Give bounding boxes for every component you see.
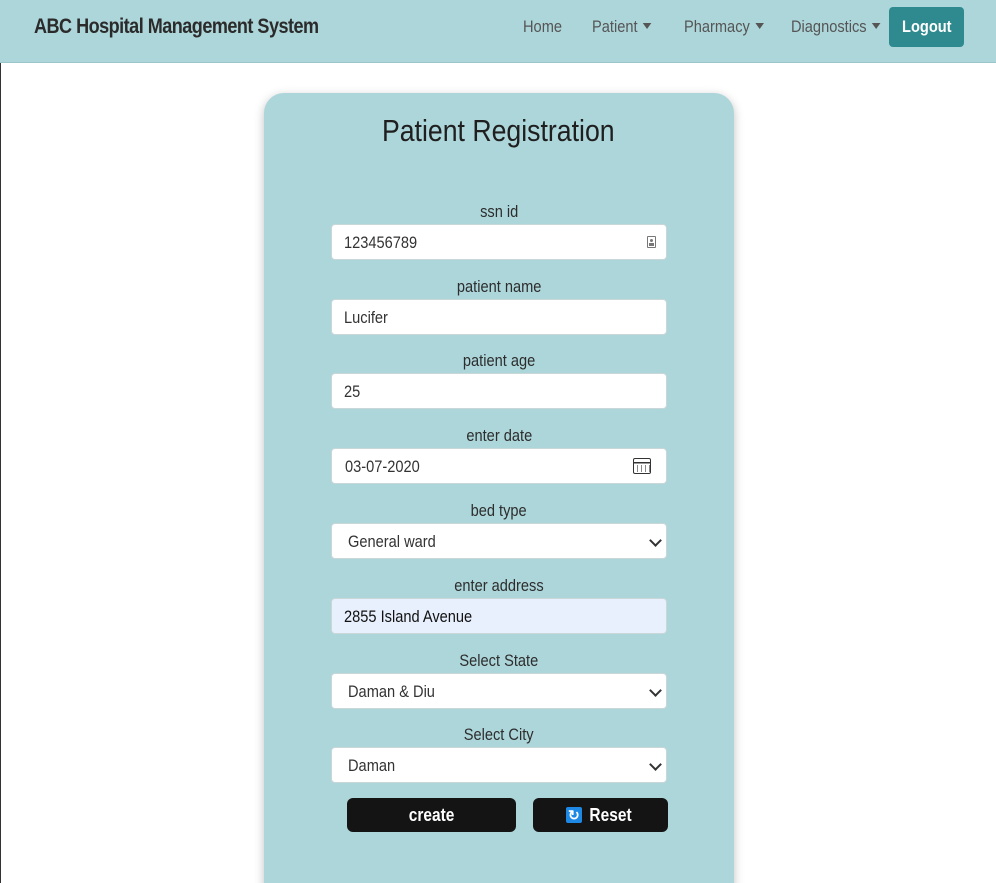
patient-name-value: Lucifer [344,308,388,327]
ssn-label: ssn id [331,202,667,222]
state-select[interactable]: Daman & Diu [331,673,667,709]
ssn-input[interactable]: 123456789 [331,224,667,260]
nav-patient-dropdown[interactable]: Patient [592,17,652,37]
id-card-icon [647,236,656,248]
patient-age-label-text: patient age [462,351,536,370]
city-value: Daman [348,756,396,775]
state-label-text: Select State [459,651,539,670]
reset-label: Reset [589,805,632,825]
state-value: Daman & Diu [348,682,435,701]
address-value: 2855 Island Avenue [344,607,473,626]
chevron-down-icon [649,684,662,697]
address-label: enter address [331,576,667,596]
city-select[interactable]: Daman [331,747,667,783]
nav-home[interactable]: Home [523,17,562,37]
date-value: 03-07-2020 [345,457,420,476]
nav-diagnostics-dropdown[interactable]: Diagnostics [791,17,881,37]
date-label-text: enter date [466,426,532,445]
address-label-text: enter address [454,576,544,595]
reset-button[interactable]: Reset [533,798,668,832]
page-title-text: Patient Registration [381,113,615,148]
caret-down-icon [754,23,764,29]
page-title: Patient Registration [0,113,996,149]
caret-down-icon [642,23,652,29]
page-border [0,63,1,883]
chevron-down-icon [649,758,662,771]
nav-patient-label: Patient [592,17,638,36]
nav-pharmacy-dropdown[interactable]: Pharmacy [684,17,764,37]
date-input[interactable]: 03-07-2020 [331,448,667,484]
address-input[interactable]: 2855 Island Avenue [331,598,667,634]
chevron-down-icon [649,534,662,547]
date-label: enter date [331,426,667,446]
create-button[interactable]: create [347,798,516,832]
nav-diagnostics-label: Diagnostics [791,17,867,36]
patient-name-label: patient name [331,277,667,297]
bed-type-label-text: bed type [470,501,528,520]
state-label: Select State [331,651,667,671]
navbar: ABC Hospital Management System Home Pati… [0,0,996,63]
patient-age-input[interactable]: 25 [331,373,667,409]
bed-type-value: General ward [348,532,436,551]
patient-name-label-text: patient name [456,277,542,296]
city-label: Select City [331,725,667,745]
bed-type-label: bed type [331,501,667,521]
nav-home-label: Home [523,17,563,36]
logout-button[interactable]: Logout [889,7,964,47]
logout-label: Logout [901,17,952,36]
ssn-value: 123456789 [344,233,418,252]
patient-age-value: 25 [344,382,361,401]
city-label-text: Select City [464,725,534,744]
refresh-icon [565,798,582,832]
brand-title[interactable]: ABC Hospital Management System [34,15,319,39]
ssn-label-text: ssn id [479,202,519,221]
caret-down-icon [871,23,881,29]
calendar-icon[interactable] [633,458,651,474]
patient-age-label: patient age [331,351,667,371]
nav-pharmacy-label: Pharmacy [684,17,750,36]
patient-name-input[interactable]: Lucifer [331,299,667,335]
bed-type-select[interactable]: General ward [331,523,667,559]
create-label: create [408,805,455,825]
